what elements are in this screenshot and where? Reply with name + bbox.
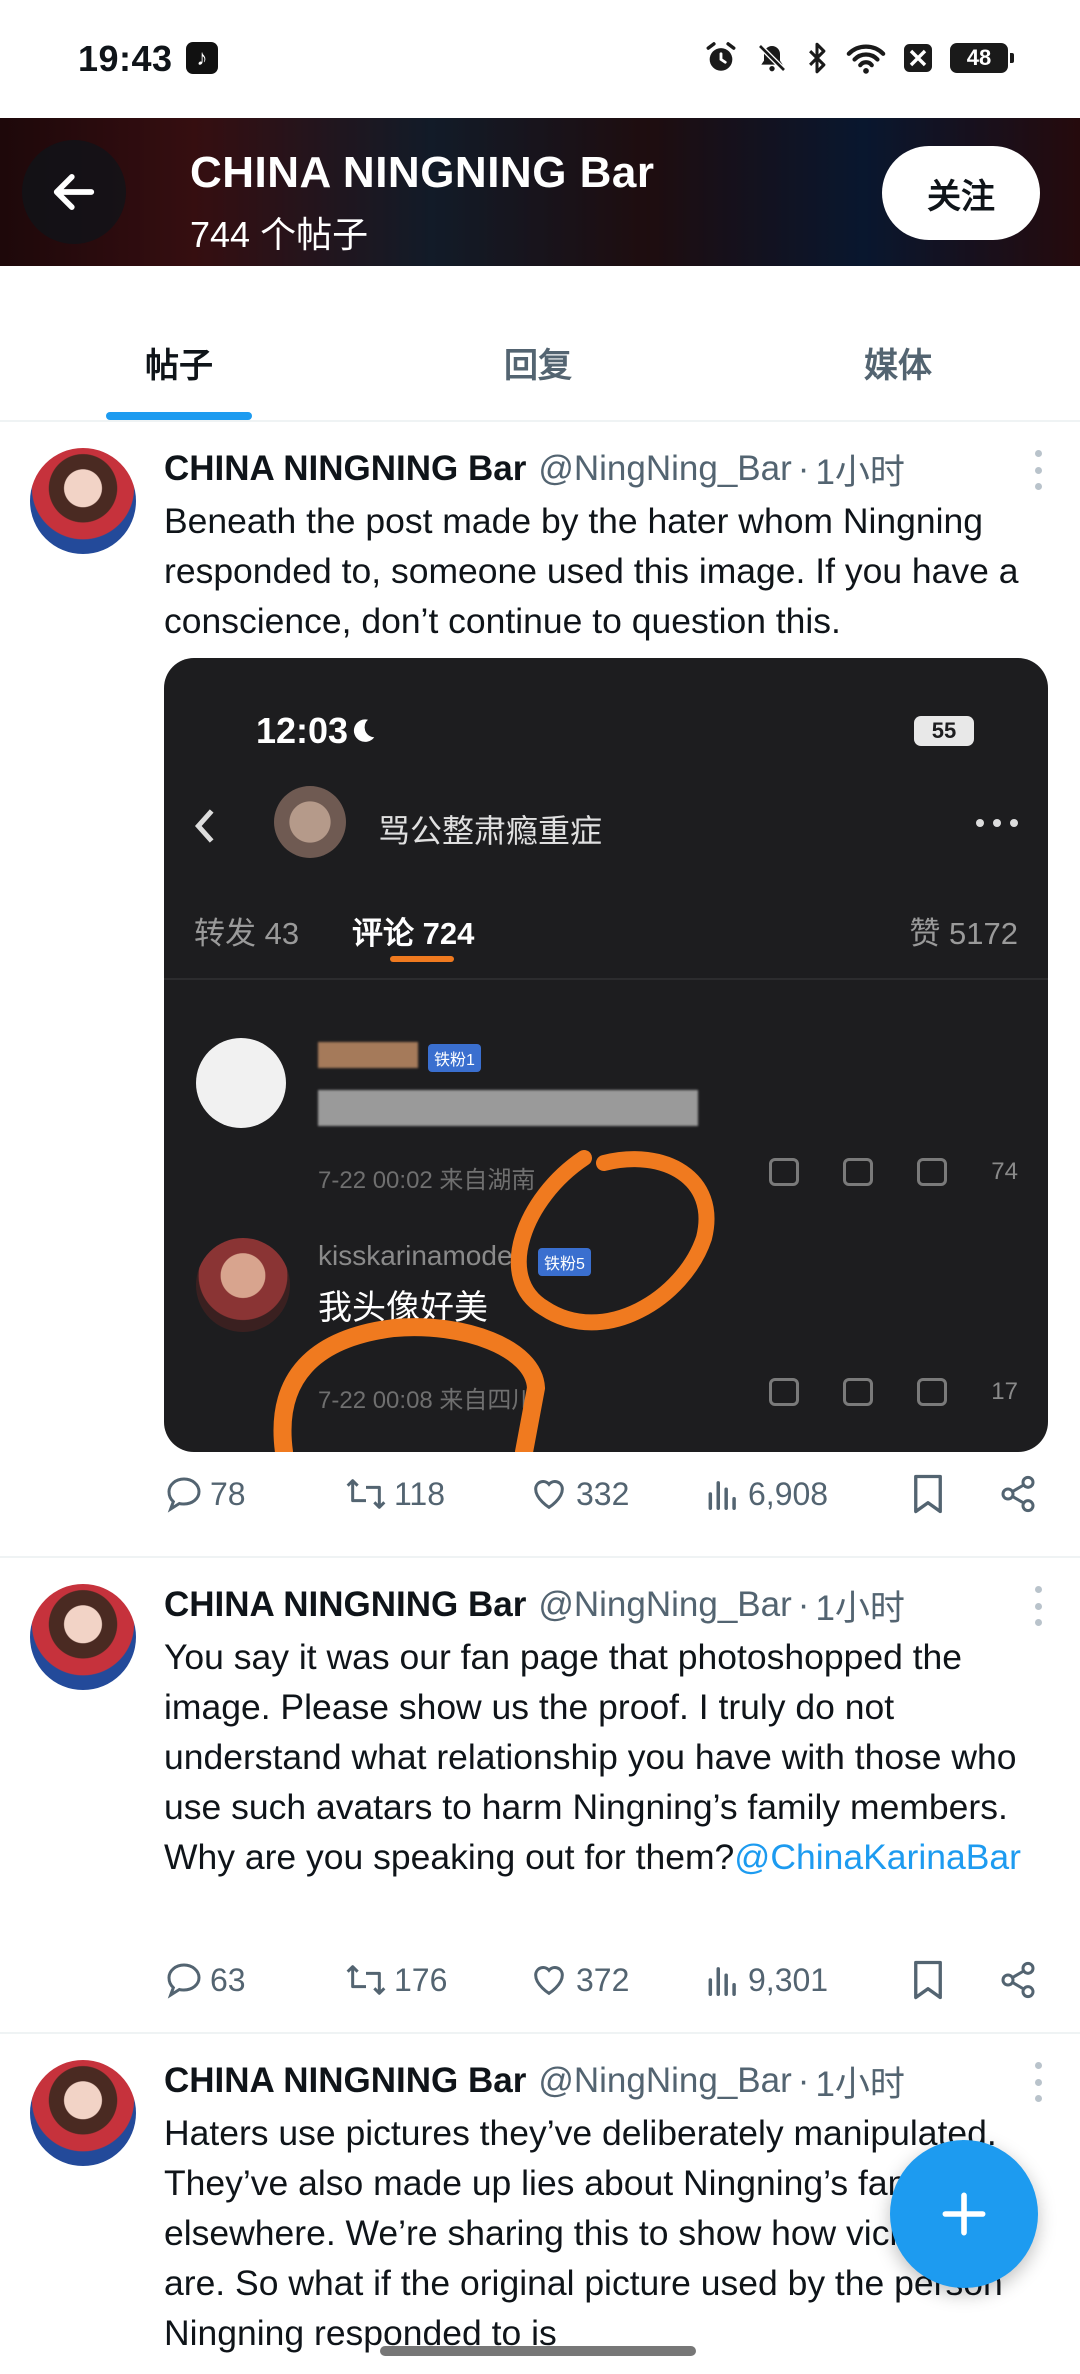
repost-button[interactable]: 176 xyxy=(344,1960,528,2000)
author-handle[interactable]: @NingNing_Bar xyxy=(538,2061,791,2101)
post-item[interactable]: CHINA NINGNING Bar @NingNing_Bar · 1小时 Y… xyxy=(0,1560,1080,2034)
like-button[interactable]: 332 xyxy=(528,1474,704,1514)
bookmark-icon xyxy=(914,1960,942,2000)
more-options-icon[interactable] xyxy=(1030,450,1046,490)
reply-button[interactable]: 78 xyxy=(164,1474,344,1514)
reply-icon xyxy=(167,1963,201,1999)
post-header: CHINA NINGNING Bar @NingNing_Bar · 1小时 xyxy=(164,1580,1040,1630)
post-actions: 78 118 332 6,908 xyxy=(164,1466,1050,1522)
author-handle[interactable]: @NingNing_Bar xyxy=(538,449,791,489)
views-icon xyxy=(708,1967,736,1996)
author-name[interactable]: CHINA NINGNING Bar xyxy=(164,2061,526,2101)
reply-button[interactable]: 63 xyxy=(164,1960,344,2000)
share-icon xyxy=(1001,1475,1035,1513)
post-time: 1小时 xyxy=(815,2064,905,2104)
tiktok-icon: ♪ xyxy=(186,42,218,74)
post-text: You say it was our fan page that photosh… xyxy=(164,1632,1050,1882)
repost-count: 176 xyxy=(394,1961,448,1998)
post-item[interactable]: CHINA NINGNING Bar @NingNing_Bar · 1小时 B… xyxy=(0,424,1080,1558)
view-count: 6,908 xyxy=(748,1475,829,1512)
follow-button[interactable]: 关注 xyxy=(882,146,1040,240)
bookmark-icon xyxy=(914,1474,942,1514)
battery-icon: 48 xyxy=(950,43,1014,73)
author-name[interactable]: CHINA NINGNING Bar xyxy=(164,1585,526,1625)
separator-dot: · xyxy=(797,1585,810,1624)
active-tab-indicator xyxy=(106,412,252,420)
avatar[interactable] xyxy=(30,1584,136,1690)
orange-circle-annotation xyxy=(273,1150,715,1452)
status-bar: 19:43 ♪ 48 xyxy=(0,0,1080,118)
post-header: CHINA NINGNING Bar @NingNing_Bar · 1小时 xyxy=(164,444,1040,494)
repost-icon xyxy=(346,1479,386,1509)
views-button[interactable]: 6,908 xyxy=(704,1474,910,1514)
post-time: 1小时 xyxy=(815,452,905,492)
bookmark-button[interactable] xyxy=(910,1959,998,2001)
heart-icon xyxy=(534,1480,564,1510)
bluetooth-icon xyxy=(809,42,826,74)
author-handle[interactable]: @NingNing_Bar xyxy=(538,1585,791,1625)
plus-icon xyxy=(942,2192,986,2236)
more-options-icon[interactable] xyxy=(1030,2062,1046,2102)
profile-header: CHINA NINGNING Bar 744 个帖子 关注 xyxy=(0,118,1080,266)
more-options-icon[interactable] xyxy=(1030,1586,1046,1626)
avatar[interactable] xyxy=(30,448,136,554)
reply-count: 78 xyxy=(210,1475,246,1512)
reply-count: 63 xyxy=(210,1961,246,1998)
mute-icon xyxy=(758,44,786,72)
heart-icon xyxy=(534,1966,564,1996)
profile-name: CHINA NINGNING Bar xyxy=(190,148,655,197)
like-count: 332 xyxy=(576,1475,630,1512)
wifi-icon xyxy=(846,44,886,74)
home-indicator[interactable] xyxy=(380,2346,696,2356)
tab-posts[interactable]: 帖子 xyxy=(145,338,213,387)
post-header: CHINA NINGNING Bar @NingNing_Bar · 1小时 xyxy=(164,2056,1040,2106)
profile-tabs: 帖子 回复 媒体 xyxy=(0,266,1080,422)
compose-button[interactable] xyxy=(890,2140,1038,2288)
author-name[interactable]: CHINA NINGNING Bar xyxy=(164,449,526,489)
repost-icon xyxy=(346,1965,386,1995)
like-count: 372 xyxy=(576,1961,630,1998)
back-button[interactable] xyxy=(22,140,126,244)
back-arrow-icon xyxy=(53,174,95,210)
share-button[interactable] xyxy=(998,1960,1038,2000)
post-time: 1小时 xyxy=(815,1588,905,1628)
views-icon xyxy=(708,1481,736,1510)
share-button[interactable] xyxy=(998,1474,1038,1514)
bookmark-button[interactable] xyxy=(910,1473,998,1515)
post-media-image[interactable]: 12:03 55 骂公整肃瘾重症 转发 43 评论 724 赞 5172 铁粉1… xyxy=(164,658,1048,1452)
share-icon xyxy=(1001,1961,1035,1999)
post-count: 744 个帖子 xyxy=(190,214,369,255)
repost-count: 118 xyxy=(394,1475,446,1512)
views-button[interactable]: 9,301 xyxy=(704,1960,910,2000)
tab-media[interactable]: 媒体 xyxy=(864,338,932,387)
mention-link[interactable]: @ChinaKarinaBar xyxy=(734,1837,1021,1877)
status-icons: 48 xyxy=(704,38,1014,78)
like-button[interactable]: 372 xyxy=(528,1960,704,2000)
status-time: 19:43 xyxy=(78,38,173,79)
reply-icon xyxy=(167,1477,201,1513)
post-actions: 63 176 372 9,301 xyxy=(164,1952,1050,2008)
x-app-icon xyxy=(904,44,932,72)
post-text: Beneath the post made by the hater whom … xyxy=(164,501,1019,641)
view-count: 9,301 xyxy=(748,1961,829,1998)
avatar[interactable] xyxy=(30,2060,136,2166)
separator-dot: · xyxy=(797,2061,810,2100)
tab-replies[interactable]: 回复 xyxy=(504,338,572,387)
repost-button[interactable]: 118 xyxy=(344,1474,528,1514)
alarm-icon xyxy=(706,42,736,71)
separator-dot: · xyxy=(797,449,810,488)
